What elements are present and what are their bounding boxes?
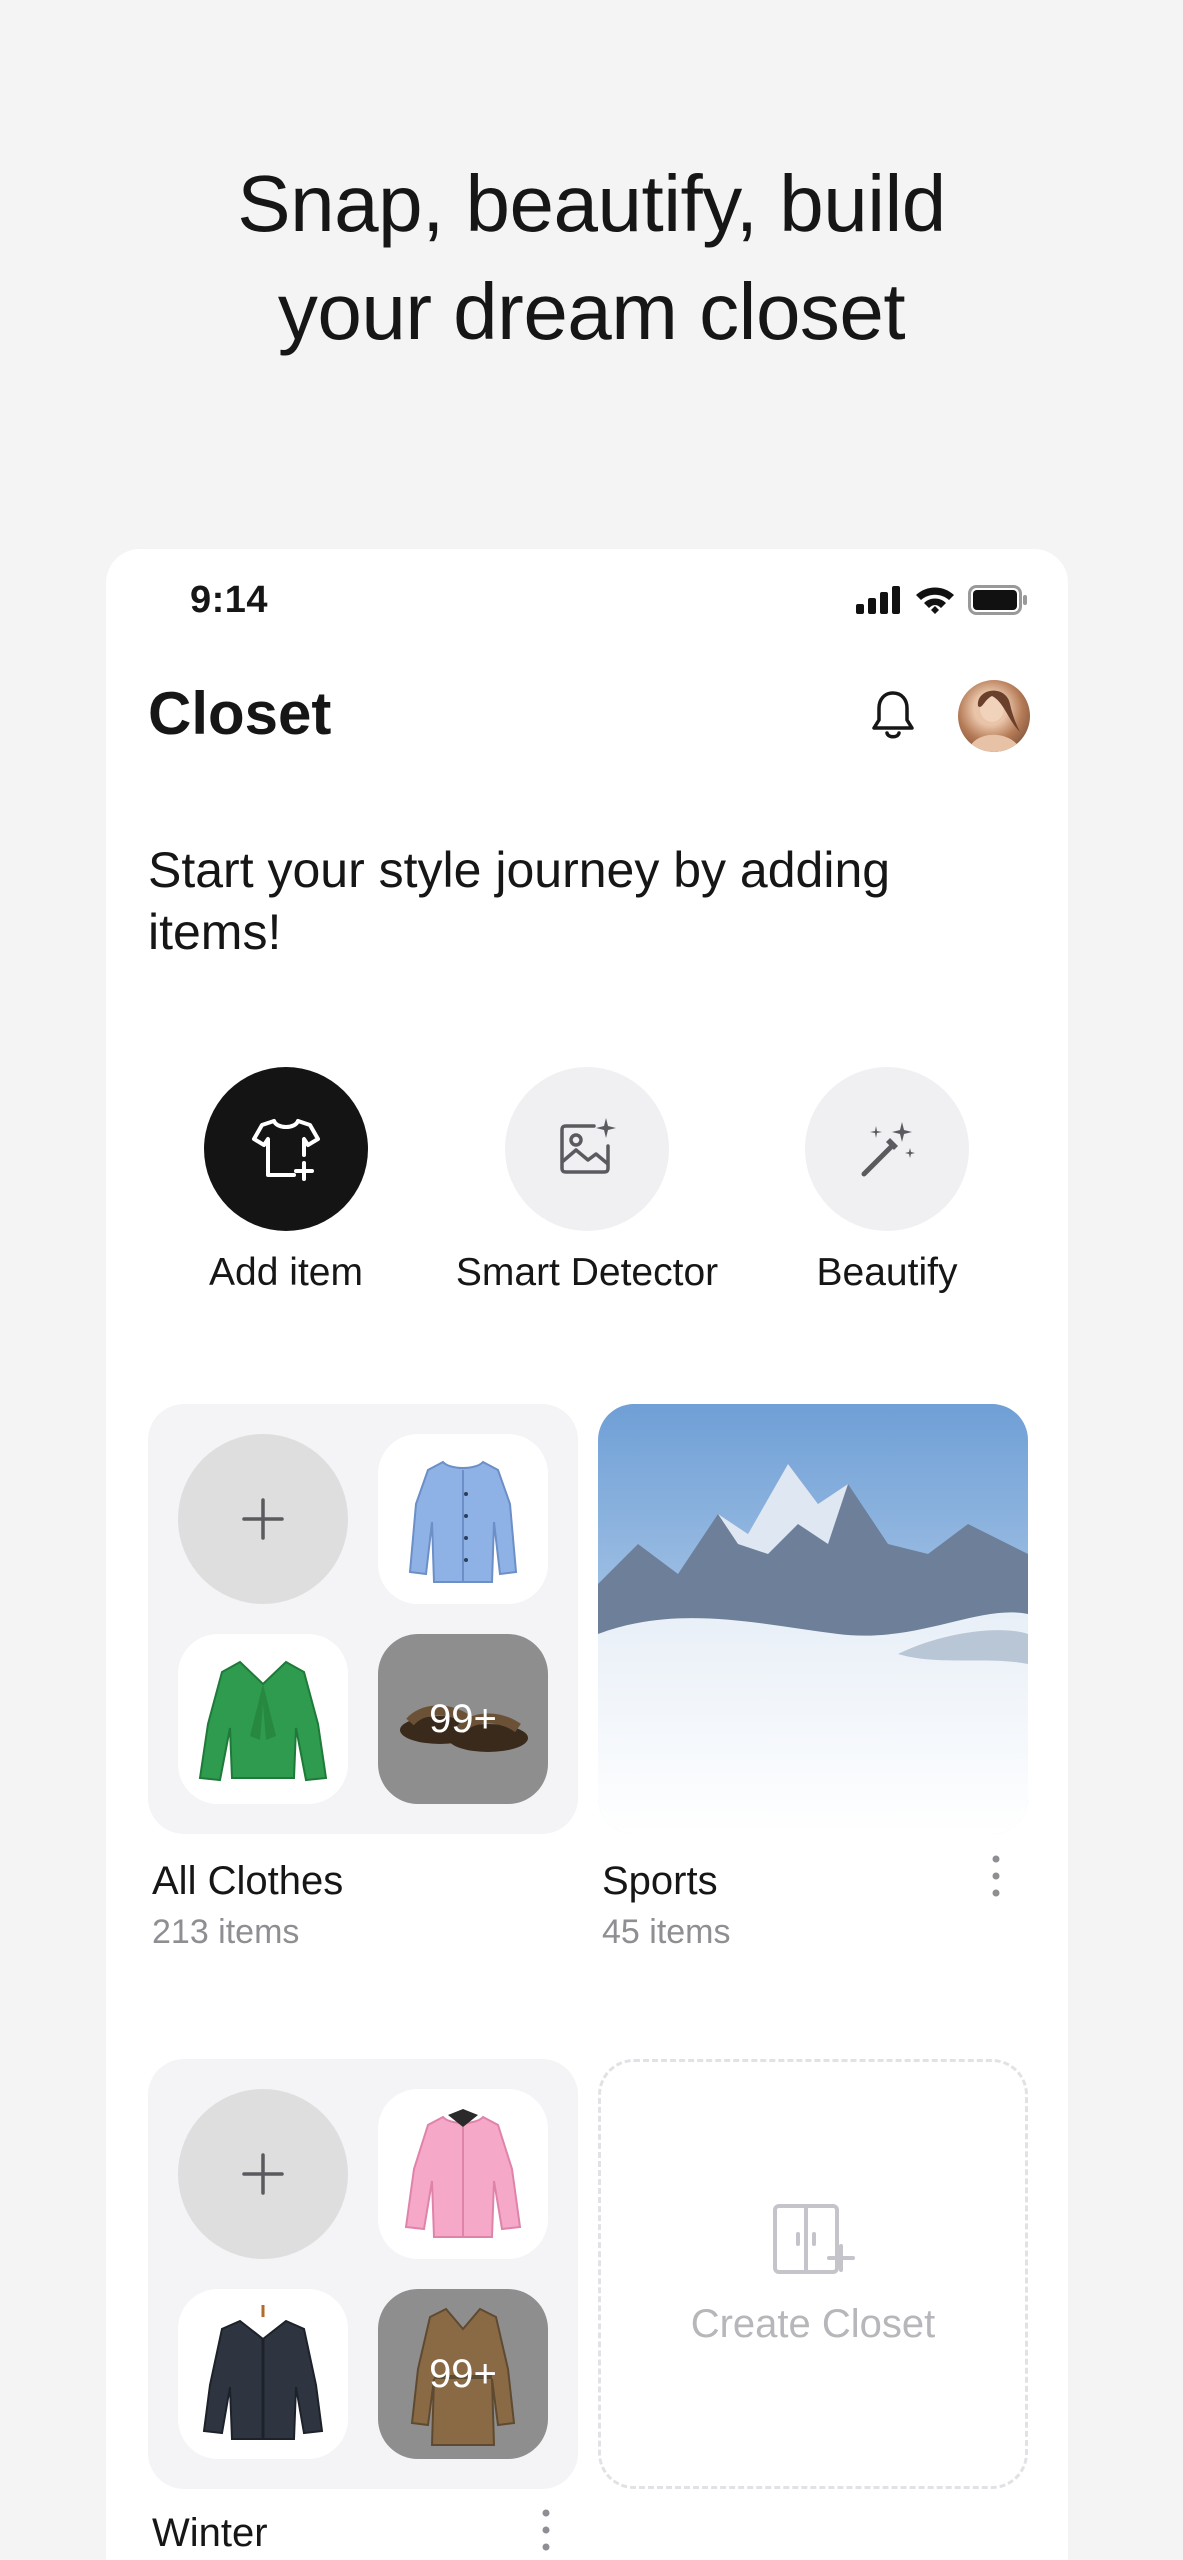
blue-shirt-image <box>408 1460 518 1583</box>
create-closet-label: Create Closet <box>690 2301 936 2346</box>
item-thumbnail-pink-shirt[interactable] <box>378 2089 548 2259</box>
black-jacket-image <box>202 2305 324 2440</box>
status-icons <box>856 585 1028 615</box>
beautify-label: Beautify <box>816 1251 958 1294</box>
closet-add-icon <box>773 2203 855 2274</box>
beautify-button[interactable] <box>805 1067 969 1231</box>
closet-card-winter[interactable]: 99+ <box>148 2059 578 2489</box>
smart-detector-action[interactable]: Smart Detector <box>437 1067 737 1295</box>
closet-name-sports: Sports <box>602 1859 718 1903</box>
closet-name-winter: Winter <box>152 2511 268 2555</box>
more-items-tile[interactable]: 99+ <box>378 1634 548 1804</box>
plus-icon <box>242 1498 284 1540</box>
item-thumbnail-blue-shirt[interactable] <box>378 1434 548 1604</box>
add-item-button[interactable] <box>204 1067 368 1231</box>
pink-shirt-image <box>404 2109 522 2238</box>
intro-text: Start your style journey by adding items… <box>148 842 891 960</box>
mountain-image <box>598 1404 1028 1834</box>
more-items-count-winter: 99+ <box>429 2351 497 2396</box>
winter-more-options-icon[interactable] <box>536 2505 556 2555</box>
add-to-winter-button[interactable] <box>178 2089 348 2259</box>
closet-card-all-clothes[interactable]: 99+ <box>148 1404 578 1834</box>
signal-icon <box>856 586 900 614</box>
closet-count-sports: 45 items <box>602 1913 731 1951</box>
beautify-action[interactable]: Beautify <box>737 1067 1037 1295</box>
image-sparkle-icon <box>560 1118 616 1174</box>
wifi-icon <box>916 587 954 614</box>
plus-icon <box>242 2153 284 2195</box>
item-thumbnail-green-blouse[interactable] <box>178 1634 348 1804</box>
add-item-label: Add item <box>209 1251 363 1294</box>
status-time: 9:14 <box>190 579 269 621</box>
headline-line-2: your dream closet <box>277 267 906 356</box>
tshirt-plus-icon <box>252 1119 320 1181</box>
add-to-closet-button[interactable] <box>178 1434 348 1604</box>
closet-name-all-clothes: All Clothes <box>152 1859 344 1903</box>
battery-icon <box>968 585 1027 615</box>
closet-count-all-clothes: 213 items <box>152 1913 300 1951</box>
headline-line-1: Snap, beautify, build <box>237 159 946 248</box>
phone-screen: 9:14 Closet Start your style journey by … <box>106 549 1068 2560</box>
smart-detector-button[interactable] <box>505 1067 669 1231</box>
page-title: Closet <box>148 680 332 747</box>
more-items-count: 99+ <box>429 1696 497 1741</box>
item-thumbnail-black-jacket[interactable] <box>178 2289 348 2459</box>
add-item-action[interactable]: Add item <box>136 1067 436 1295</box>
bell-icon[interactable] <box>868 689 918 743</box>
avatar[interactable] <box>958 680 1030 752</box>
sports-more-options-icon[interactable] <box>986 1851 1006 1901</box>
smart-detector-label: Smart Detector <box>455 1251 719 1294</box>
magic-wand-icon <box>861 1122 915 1177</box>
more-items-tile-winter[interactable]: 99+ <box>378 2289 548 2459</box>
marketing-headline: Snap, beautify, build your dream closet <box>0 150 1183 366</box>
closet-card-sports[interactable] <box>598 1404 1028 1834</box>
create-closet-button[interactable]: Create Closet <box>598 2059 1028 2489</box>
green-blouse-image <box>198 1660 328 1782</box>
